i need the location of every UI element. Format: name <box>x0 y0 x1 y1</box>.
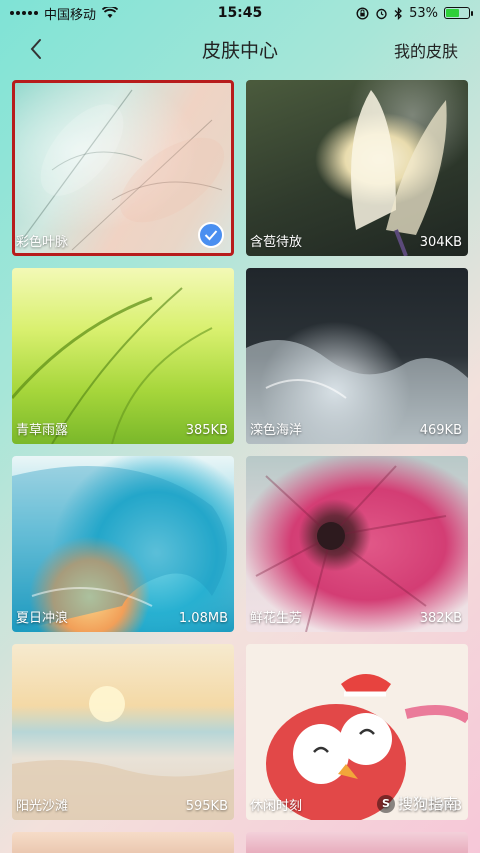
battery-fill <box>446 9 459 17</box>
page-title: 皮肤中心 <box>201 39 278 62</box>
surf-wave-artwork <box>12 466 227 632</box>
skin-size: 304KB <box>419 235 462 250</box>
wifi-icon <box>102 7 119 18</box>
skin-name: 青草雨露 <box>16 423 69 438</box>
alarm-icon <box>376 8 387 19</box>
skin-card[interactable]: 滦色海洋 469KB <box>246 268 468 444</box>
skin-size: 595KB <box>185 799 228 814</box>
skin-card[interactable]: 鲜花生芳 382KB <box>246 456 468 632</box>
skin-size: 1.08MB <box>178 611 228 626</box>
skin-card-partial[interactable] <box>246 832 468 853</box>
skin-name: 含苞待放 <box>250 235 303 250</box>
back-button[interactable] <box>22 35 50 63</box>
watermark-text: 搜狗指南 <box>397 795 458 813</box>
skin-card[interactable]: 休闲时刻 159KB S 搜狗指南 <box>246 644 468 820</box>
nav-bar: 皮肤中心 我的皮肤 <box>0 26 480 72</box>
battery-percent: 53% <box>409 5 438 21</box>
skin-name: 滦色海洋 <box>250 423 303 438</box>
my-skins-button[interactable]: 我的皮肤 <box>394 38 458 62</box>
skin-card[interactable]: 夏日冲浪 1.08MB <box>12 456 234 632</box>
beach-artwork <box>12 686 234 820</box>
pink-flower-artwork <box>255 465 447 632</box>
skin-card[interactable]: 含苞待放 304KB <box>246 80 468 256</box>
status-bar: 中国移动 15:45 53% <box>0 0 480 26</box>
skin-size: 385KB <box>185 423 228 438</box>
skin-card[interactable]: 青草雨露 385KB <box>12 268 234 444</box>
skin-card[interactable]: 彩色叶脉 <box>12 80 234 256</box>
status-left: 中国移动 <box>10 4 119 23</box>
battery-icon <box>444 7 473 19</box>
skin-name: 鲜花生芳 <box>250 611 303 626</box>
ocean-splash-artwork <box>246 340 468 444</box>
chevron-left-icon <box>30 39 41 59</box>
signal-icon <box>10 11 38 15</box>
skin-name: 夏日冲浪 <box>16 611 69 626</box>
crocus-artwork <box>351 90 447 256</box>
selected-check-icon <box>198 222 224 248</box>
skin-size: 469KB <box>419 423 462 438</box>
skin-card-partial[interactable] <box>12 832 234 853</box>
status-right: 53% <box>356 5 473 21</box>
skin-grid: 彩色叶脉 含苞待放 304KB 青草雨露 385KB 滦色海洋 469KB 夏日… <box>12 80 468 853</box>
sogou-logo-icon: S <box>376 794 395 813</box>
grass-artwork <box>12 287 213 444</box>
skin-size: 382KB <box>419 611 462 626</box>
skin-name: 彩色叶脉 <box>16 235 69 250</box>
rotation-lock-icon <box>356 6 369 20</box>
watermark: S 搜狗指南 <box>376 793 458 814</box>
skin-name: 阳光沙滩 <box>16 799 69 814</box>
carrier-label: 中国移动 <box>44 7 97 23</box>
skin-card[interactable]: 阳光沙滩 595KB <box>12 644 234 820</box>
bluetooth-icon <box>394 6 403 20</box>
skin-name: 休闲时刻 <box>250 799 303 814</box>
